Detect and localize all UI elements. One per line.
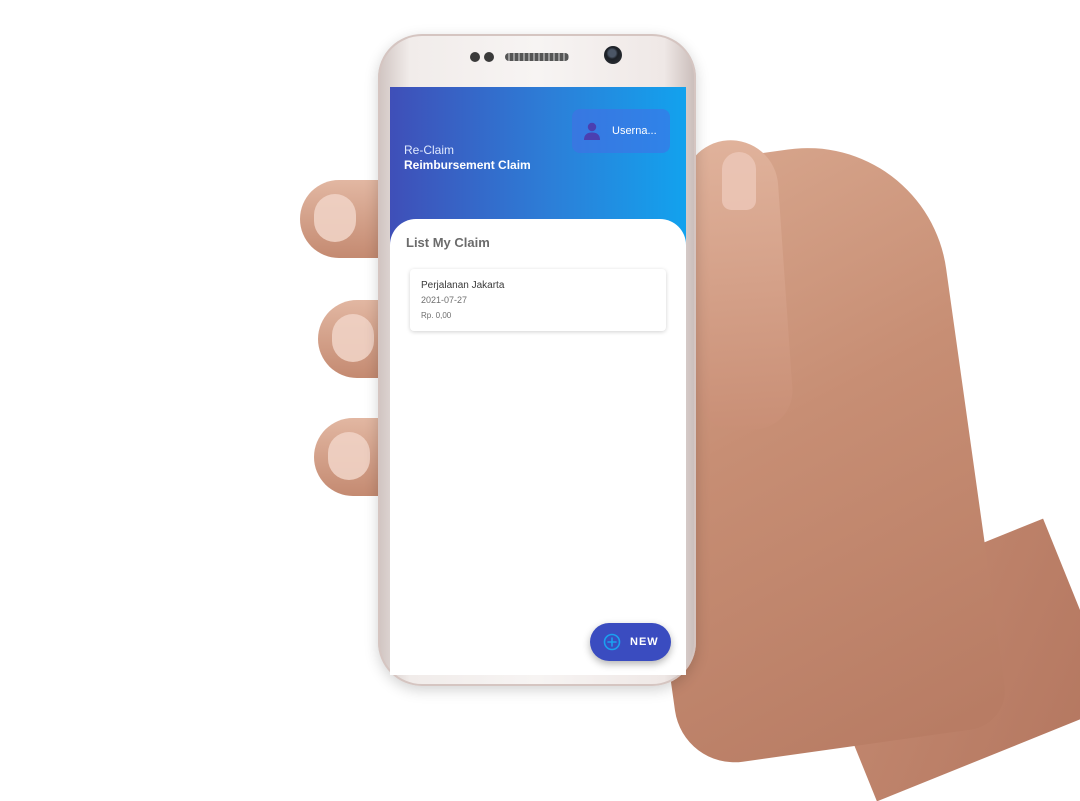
thumb-nail [722, 152, 756, 210]
light-sensor [484, 52, 494, 62]
claim-list-panel: List My Claim Perjalanan Jakarta 2021-07… [390, 219, 686, 675]
front-camera [604, 46, 622, 64]
new-claim-button[interactable]: NEW [590, 623, 671, 661]
app-short-name: Re-Claim [404, 143, 455, 157]
claim-amount: Rp. 0,00 [421, 311, 452, 320]
app-full-name: Reimbursement Claim [404, 158, 531, 172]
claim-card[interactable]: Perjalanan Jakarta 2021-07-27 Rp. 0,00 [410, 269, 666, 331]
earpiece-speaker [505, 53, 569, 61]
person-icon [584, 122, 600, 140]
user-account-button[interactable]: Userna... [572, 109, 670, 153]
section-title: List My Claim [406, 235, 490, 250]
plus-circle-icon [603, 633, 621, 651]
username-label: Userna... [612, 125, 657, 137]
claim-date: 2021-07-27 [421, 295, 468, 305]
new-button-label: NEW [630, 636, 659, 648]
claim-title: Perjalanan Jakarta [421, 280, 505, 291]
app-screen: Userna... Re-Claim Reimbursement Claim L… [390, 87, 686, 675]
proximity-sensor [470, 52, 480, 62]
phone-device: Userna... Re-Claim Reimbursement Claim L… [378, 34, 696, 686]
